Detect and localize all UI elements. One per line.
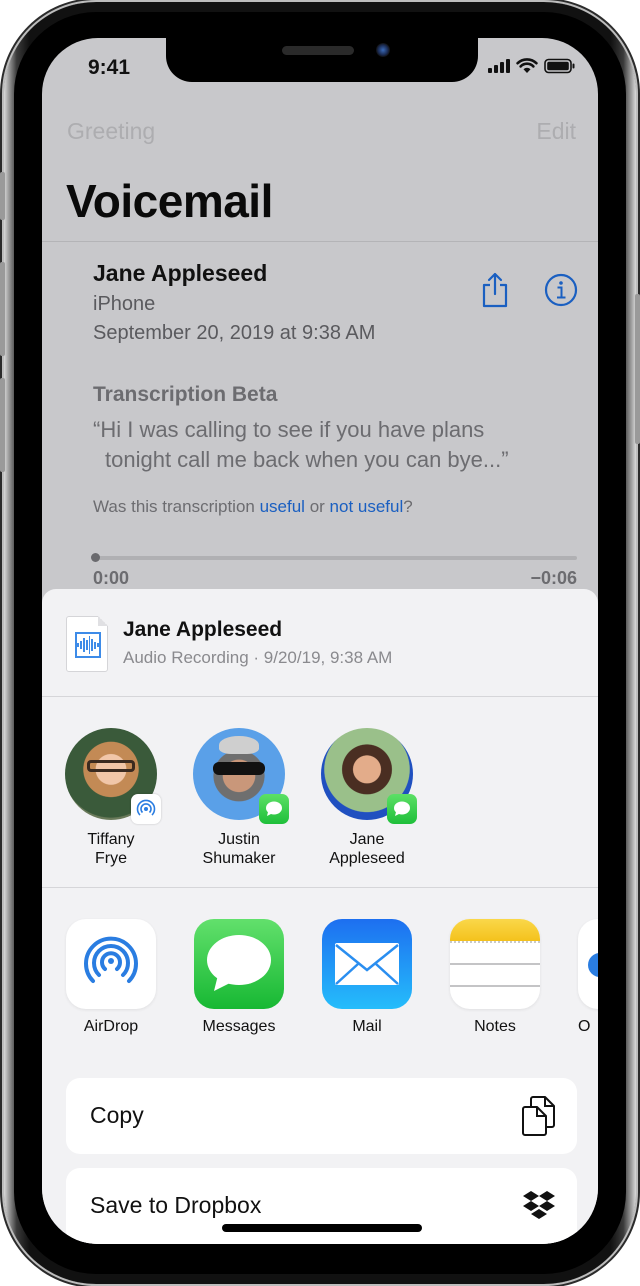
notes-icon xyxy=(450,919,540,1009)
status-time: 9:41 xyxy=(88,56,131,79)
save-to-dropbox-action[interactable]: Save to Dropbox xyxy=(66,1168,577,1244)
mail-icon xyxy=(322,919,412,1009)
copy-action[interactable]: Copy xyxy=(66,1078,577,1154)
app-label: Messages xyxy=(202,1018,276,1035)
share-sheet-header: Jane Appleseed Audio Recording · 9/20/19… xyxy=(42,589,598,697)
person-suggestion[interactable]: Jane Appleseed xyxy=(307,728,427,868)
partial-app-icon xyxy=(578,919,598,1009)
app-notes[interactable]: Notes xyxy=(440,919,550,1036)
airdrop-badge-icon xyxy=(131,794,161,824)
share-icon[interactable] xyxy=(480,272,510,308)
share-sheet: Jane Appleseed Audio Recording · 9/20/19… xyxy=(42,589,598,1244)
feedback-or: or xyxy=(304,497,330,516)
feedback-prefix: Was this transcription xyxy=(93,497,260,516)
app-messages[interactable]: Messages xyxy=(184,919,294,1036)
avatar xyxy=(65,728,161,824)
app-mail[interactable]: Mail xyxy=(312,919,422,1036)
transcription-feedback: Was this transcription useful or not use… xyxy=(93,497,583,517)
voicemail-date: September 20, 2019 at 9:38 AM xyxy=(93,322,376,344)
remaining-time: −0:06 xyxy=(530,568,577,588)
volume-up-button xyxy=(0,262,5,356)
greeting-button[interactable]: Greeting xyxy=(67,118,155,145)
people-suggestions: Tiffany Frye Justin Shumaker Jane Apples… xyxy=(42,698,598,888)
messages-badge-icon xyxy=(387,794,417,824)
transcription-title: Transcription Beta xyxy=(93,383,278,406)
voicemail-nav-bar: Greeting Edit xyxy=(42,118,598,148)
messages-badge-icon xyxy=(259,794,289,824)
transcription-section: Transcription Beta “Hi I was calling to … xyxy=(93,383,583,517)
person-suggestion[interactable]: Tiffany Frye xyxy=(51,728,171,868)
home-indicator[interactable] xyxy=(222,1224,422,1232)
app-label: AirDrop xyxy=(83,1018,139,1035)
not-useful-link[interactable]: not useful xyxy=(330,497,404,516)
divider xyxy=(42,696,598,697)
app-partial[interactable]: O xyxy=(568,919,598,1036)
messages-icon xyxy=(194,919,284,1009)
elapsed-time: 0:00 xyxy=(93,568,130,588)
share-item-subtitle: Audio Recording · 9/20/19, 9:38 AM xyxy=(123,648,393,667)
person-last-name: Shumaker xyxy=(202,850,276,867)
volume-down-button xyxy=(0,378,5,472)
person-first-name: Jane xyxy=(349,831,385,848)
person-first-name: Tiffany xyxy=(87,831,135,848)
transcription-line-2: tonight call me back when you can bye...… xyxy=(105,447,509,472)
page-title: Voicemail xyxy=(66,175,273,227)
cellular-signal-icon xyxy=(488,59,510,73)
front-camera xyxy=(376,43,390,57)
copy-icon xyxy=(522,1096,555,1136)
app-label: O xyxy=(578,1018,591,1035)
app-label: Mail xyxy=(352,1018,382,1035)
app-label: Notes xyxy=(474,1018,516,1035)
info-icon[interactable] xyxy=(544,273,578,307)
battery-icon xyxy=(544,58,575,74)
avatar xyxy=(321,728,417,824)
person-first-name: Justin xyxy=(218,831,260,848)
side-button xyxy=(635,294,640,444)
person-last-name: Frye xyxy=(95,850,127,867)
feedback-suffix: ? xyxy=(403,497,413,516)
action-label: Copy xyxy=(90,1102,144,1128)
action-label: Save to Dropbox xyxy=(90,1192,262,1218)
share-item-title: Jane Appleseed xyxy=(123,618,283,641)
audio-file-icon xyxy=(66,616,108,672)
scrubber-track[interactable] xyxy=(91,553,577,562)
person-last-name: Appleseed xyxy=(329,850,405,867)
playback-scrubber[interactable]: 0:00 −0:06 xyxy=(91,553,577,589)
app-airdrop[interactable]: AirDrop xyxy=(56,919,166,1036)
screen: 9:41 Greeting Edit Voicemail Jane Apples… xyxy=(42,38,598,1244)
mute-switch xyxy=(0,172,5,220)
status-icons xyxy=(488,58,576,74)
wifi-icon xyxy=(516,58,538,73)
person-suggestion[interactable]: Justin Shumaker xyxy=(179,728,299,868)
dropbox-icon xyxy=(523,1191,555,1219)
avatar xyxy=(193,728,289,824)
divider xyxy=(42,241,598,242)
speaker-grille xyxy=(282,46,354,55)
app-share-row: AirDrop Messages Mail Notes O xyxy=(42,889,598,1069)
transcription-text: “Hi I was calling to see if you have pla… xyxy=(93,415,583,475)
useful-link[interactable]: useful xyxy=(260,497,305,516)
airdrop-icon xyxy=(66,919,156,1009)
transcription-line-1: “Hi I was calling to see if you have pla… xyxy=(93,417,485,442)
notch xyxy=(166,38,478,82)
scrubber-knob[interactable] xyxy=(91,553,100,562)
voicemail-actions xyxy=(480,272,578,308)
edit-button[interactable]: Edit xyxy=(536,118,576,145)
divider xyxy=(42,887,598,888)
